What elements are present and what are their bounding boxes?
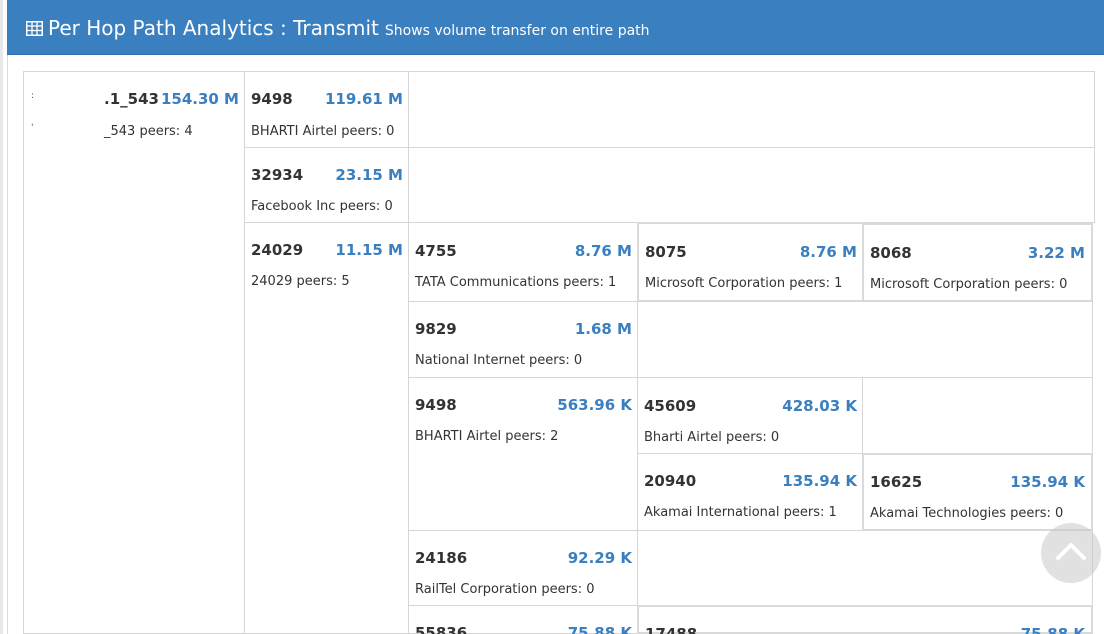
hop-empty-cell	[637, 301, 1093, 378]
hop-volume: 428.03 K	[782, 397, 857, 415]
page-title: Per Hop Path Analytics : Transmit	[48, 16, 379, 40]
hop-asn: 45609	[644, 397, 697, 415]
hop-peers: RailTel Corporation peers: 0	[415, 582, 595, 597]
hop-peers: Microsoft Corporation peers: 1	[645, 276, 843, 291]
hop-peers: National Internet peers: 0	[415, 353, 583, 368]
hop-volume: 154.30 M	[160, 90, 239, 108]
hop-volume: 3.22 M	[1027, 244, 1085, 262]
hop-asn: .1_543	[104, 90, 159, 108]
hop-volume: 119.61 M	[324, 90, 403, 108]
page-subtitle: Shows volume transfer on entire path	[384, 23, 650, 39]
hop-asn: 9498	[251, 90, 293, 108]
hop-empty-cell	[408, 71, 1095, 148]
hop-empty-cell	[408, 147, 1095, 223]
left-edge-strip	[0, 0, 3, 634]
hop-asn: 16625	[870, 473, 923, 491]
hop-peers: Microsoft Corporation peers: 0	[870, 277, 1068, 292]
root-mark-2: '	[31, 123, 34, 133]
hop-peers: TATA Communications peers: 1	[415, 275, 617, 290]
hop-peers: 24029 peers: 5	[251, 274, 350, 289]
hop-volume: 135.94 K	[1010, 473, 1085, 491]
hop-peers: BHARTI Airtel peers: 0	[251, 124, 395, 139]
chevron-up-icon	[1056, 543, 1086, 560]
hop-volume: 11.15 M	[335, 241, 403, 259]
root-mark-1: :	[31, 91, 35, 101]
hop-asn: 24029	[251, 241, 304, 259]
hop-volume: 8.76 M	[574, 242, 632, 260]
hop-cell-55836[interactable]: 55836 75.88 K	[408, 605, 638, 634]
hop-cell-16625[interactable]: 16625 135.94 K Akamai Technologies peers…	[862, 453, 1093, 531]
hop-volume: 563.96 K	[557, 396, 632, 414]
hop-asn: 8068	[870, 244, 912, 262]
hop-peers: BHARTI Airtel peers: 2	[415, 429, 559, 444]
hop-cell-9829[interactable]: 9829 1.68 M National Internet peers: 0	[408, 301, 638, 378]
hop-asn: 4755	[415, 242, 457, 260]
hop-cell-17488[interactable]: 17488 75.88 K	[637, 605, 1093, 634]
root-hop-cell[interactable]: : ' .1_543 154.30 M _543 peers: 4	[23, 71, 245, 634]
hop-peers: Facebook Inc peers: 0	[251, 199, 393, 214]
hop-peers: Akamai International peers: 1	[644, 505, 837, 520]
hop-cell-24029[interactable]: 24029 11.15 M 24029 peers: 5	[244, 222, 409, 634]
hop-volume: 135.94 K	[782, 472, 857, 490]
table-icon	[26, 21, 43, 36]
hop-cell-24186[interactable]: 24186 92.29 K RailTel Corporation peers:…	[408, 530, 638, 606]
hop-volume: 75.88 K	[567, 624, 632, 634]
hop-empty-cell	[862, 377, 1093, 454]
hop-volume: 8.76 M	[799, 243, 857, 261]
hop-volume: 23.15 M	[335, 166, 403, 184]
hop-cell-9498-sub[interactable]: 9498 563.96 K BHARTI Airtel peers: 2	[408, 377, 638, 531]
page: Per Hop Path Analytics : Transmit Shows …	[0, 0, 1104, 634]
header-title-wrap: Per Hop Path Analytics : Transmit Shows …	[26, 16, 650, 40]
hop-volume: 1.68 M	[574, 320, 632, 338]
hop-asn: 20940	[644, 472, 697, 490]
hop-asn: 9498	[415, 396, 457, 414]
hop-asn: 24186	[415, 549, 468, 567]
hop-asn: 55836	[415, 624, 468, 634]
hop-asn: 17488	[645, 625, 698, 634]
hop-cell-4755[interactable]: 4755 8.76 M TATA Communications peers: 1	[408, 222, 638, 302]
hop-cell-32934[interactable]: 32934 23.15 M Facebook Inc peers: 0	[244, 147, 409, 223]
hop-volume: 75.88 K	[1020, 625, 1085, 634]
hop-asn: 9829	[415, 320, 457, 338]
hop-volume: 92.29 K	[567, 549, 632, 567]
hop-cell-9498[interactable]: 9498 119.61 M BHARTI Airtel peers: 0	[244, 71, 409, 148]
hop-peers: Akamai Technologies peers: 0	[870, 506, 1064, 521]
hop-cell-8068[interactable]: 8068 3.22 M Microsoft Corporation peers:…	[862, 223, 1093, 302]
hop-peers: Bharti Airtel peers: 0	[644, 430, 780, 445]
hop-cell-20940[interactable]: 20940 135.94 K Akamai International peer…	[637, 453, 863, 531]
hop-cell-45609[interactable]: 45609 428.03 K Bharti Airtel peers: 0	[637, 377, 863, 454]
scroll-to-top-button[interactable]	[1041, 523, 1101, 583]
hop-cell-8075[interactable]: 8075 8.76 M Microsoft Corporation peers:…	[637, 222, 864, 302]
hop-asn: 8075	[645, 243, 687, 261]
hop-empty-cell	[637, 530, 1093, 606]
hop-asn: 32934	[251, 166, 304, 184]
panel-header: Per Hop Path Analytics : Transmit Shows …	[7, 0, 1104, 55]
hop-peers: _543 peers: 4	[104, 124, 193, 139]
